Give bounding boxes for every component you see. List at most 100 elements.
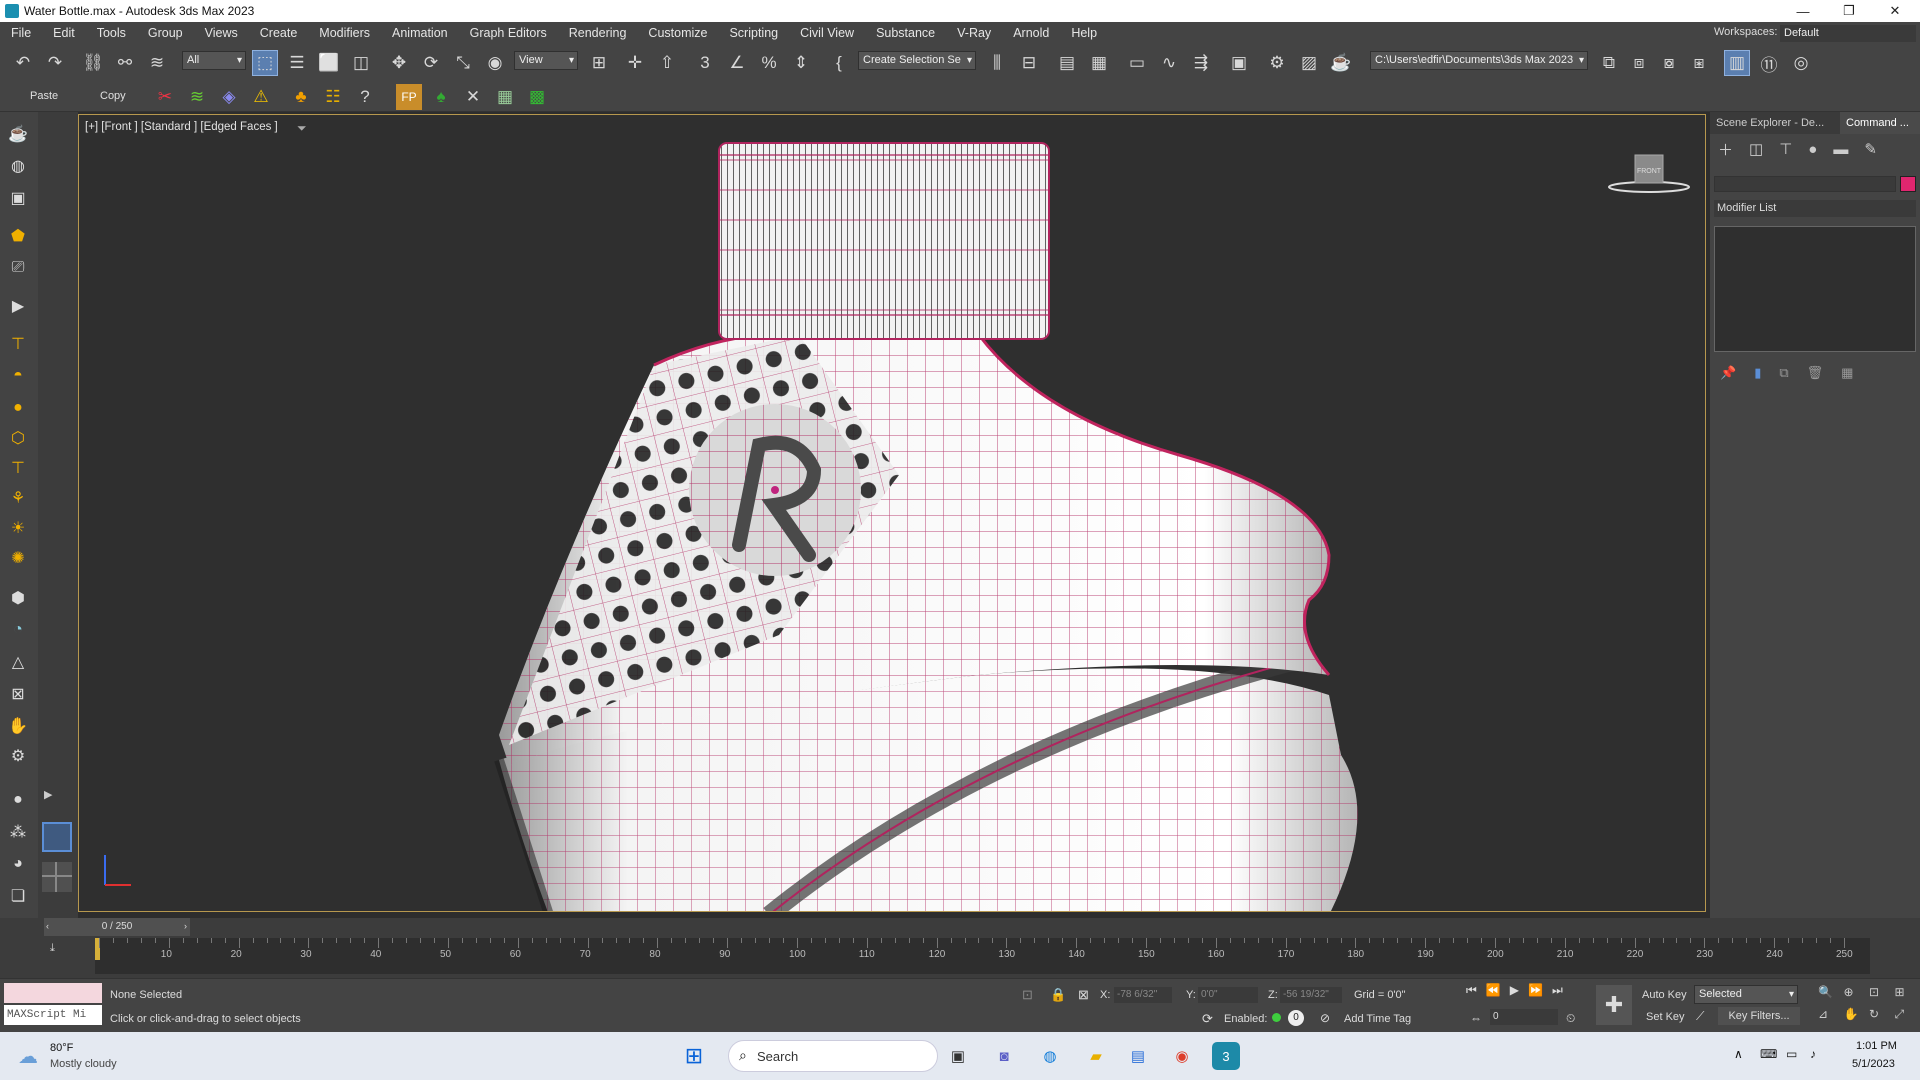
rotate-icon[interactable]: ⟳ (418, 50, 444, 76)
track-bar[interactable]: 10 20 30 40 50 60 70 80 90 100 110 120 130 140 150 160 1… (95, 938, 1870, 974)
redo-icon[interactable]: ↷ (42, 50, 68, 76)
skylight-icon[interactable]: ✺ (5, 546, 31, 570)
object-color-swatch[interactable] (1900, 176, 1916, 192)
panel-icon[interactable]: ▩ (524, 84, 550, 110)
menu-file[interactable]: File (0, 26, 42, 40)
unlink-icon[interactable]: ⚯ (112, 50, 138, 76)
chrome-icon[interactable]: ◉ (1168, 1042, 1196, 1070)
field-of-view-icon[interactable]: ⊿ (1818, 1007, 1840, 1026)
menu-scripting[interactable]: Scripting (718, 26, 789, 40)
omni-light-icon[interactable]: ⚘ (5, 486, 31, 510)
go-to-start-icon[interactable]: ⏮ (1466, 983, 1477, 1001)
align-icon[interactable]: ⊟ (1016, 50, 1042, 76)
zoom-icon[interactable]: 🔍 (1818, 985, 1840, 1003)
edge-icon[interactable]: ◍ (1036, 1042, 1064, 1070)
toggle-ribbon-icon[interactable]: ▭ (1124, 50, 1150, 76)
schematic-view-icon[interactable]: ⇶ (1188, 50, 1214, 76)
auto-key-button[interactable]: Auto Key (1642, 989, 1687, 1001)
tools-icon[interactable]: ✕ (460, 84, 486, 110)
modifier-stack[interactable] (1714, 226, 1916, 352)
spinner-snap-icon[interactable]: ⇕ (788, 50, 814, 76)
network-icon[interactable]: ▭ (1786, 1047, 1797, 1061)
helper-icon[interactable]: ◔ (5, 618, 31, 642)
key-mode-toggle-icon[interactable]: ⇔ (1470, 1011, 1482, 1025)
menu-modifiers[interactable]: Modifiers (308, 26, 381, 40)
zoom-all-icon[interactable]: ⊕ (1844, 985, 1866, 1003)
clock-time[interactable]: 1:01 PM (1856, 1040, 1897, 1052)
select-object-icon[interactable]: ⬚ (252, 50, 278, 76)
zoom-extents-icon[interactable]: ⊡ (1869, 985, 1891, 1003)
task-view-icon[interactable]: ▣ (944, 1042, 972, 1070)
percent-snap-icon[interactable]: % (756, 50, 782, 76)
make-unique-icon[interactable]: ⧉ (1779, 365, 1788, 381)
x-coordinate-field[interactable]: -78 6/32" (1114, 987, 1172, 1003)
chat-icon[interactable]: ◙ (990, 1042, 1018, 1070)
window-crossing-icon[interactable]: ◫ (348, 50, 374, 76)
hand-icon[interactable]: ✋ (5, 714, 31, 738)
grid-icon[interactable]: ◈ (216, 84, 242, 110)
keyboard-shortcut-icon[interactable]: ⇧ (654, 50, 680, 76)
pan-icon[interactable]: ✋ (1844, 1007, 1866, 1026)
render-setup-icon[interactable]: ⚙ (1264, 50, 1290, 76)
configure-modifier-icon[interactable]: ▦ (1841, 365, 1853, 381)
undo-icon[interactable]: ↶ (10, 50, 36, 76)
named-selection-dropdown[interactable]: Create Selection Se (858, 51, 976, 70)
menu-graph-editors[interactable]: Graph Editors (459, 26, 558, 40)
file-explorer-icon[interactable]: ▰ (1082, 1042, 1110, 1070)
tab-scene-explorer[interactable]: Scene Explorer - De... (1710, 112, 1840, 134)
next-frame-icon[interactable]: ⏩ (1528, 983, 1543, 1001)
palette-icon[interactable]: ◕ (5, 852, 31, 876)
orbit-icon[interactable]: ↻ (1869, 1007, 1891, 1026)
bottle-cap-mesh[interactable] (718, 142, 1050, 340)
maxscript-listener[interactable] (4, 983, 102, 1003)
curve-editor-icon[interactable]: ∿ (1156, 50, 1182, 76)
key-mode-dropdown[interactable]: Selected (1694, 985, 1798, 1004)
time-slider[interactable]: 0 / 250 (44, 918, 190, 936)
stairs-icon[interactable]: ⊤ (5, 332, 31, 356)
go-to-end-icon[interactable]: ⏭ (1552, 983, 1563, 1001)
layer-explorer-icon[interactable]: ▦ (1086, 50, 1112, 76)
delete-icon[interactable]: ✂ (152, 84, 178, 110)
menu-customize[interactable]: Customize (637, 26, 718, 40)
volume-icon[interactable]: ♪ (1810, 1047, 1816, 1061)
clock-date[interactable]: 5/1/2023 (1852, 1058, 1895, 1070)
utilities-tab-icon[interactable]: ✎ (1864, 140, 1877, 158)
warning-icon[interactable]: ⚠ (248, 84, 274, 110)
time-tag-icon[interactable]: ⊘ (1320, 1011, 1330, 1025)
bind-spacewarp-icon[interactable]: ≋ (144, 50, 170, 76)
selection-filter-dropdown[interactable]: All (182, 51, 246, 70)
filter-icon[interactable]: ⏷ (297, 121, 307, 136)
menu-civil-view[interactable]: Civil View (789, 26, 865, 40)
menu-vray[interactable]: V-Ray (946, 26, 1002, 40)
quad-viewport-layout[interactable] (42, 862, 72, 892)
y-coordinate-field[interactable]: 0'0" (1198, 987, 1258, 1003)
version-icon[interactable]: ⑪ (1756, 50, 1782, 76)
remove-modifier-icon[interactable]: 🗑 (1807, 365, 1824, 381)
dome-icon[interactable]: ◓ (5, 364, 31, 388)
key-filters-button[interactable]: Key Filters... (1718, 1007, 1800, 1025)
scene-explorer-icon[interactable]: ▤ (1054, 50, 1080, 76)
teapot-icon[interactable]: ☕ (5, 122, 31, 146)
set-keys-button[interactable]: ✚ (1596, 985, 1632, 1025)
render-icon[interactable]: ☕ (1328, 50, 1354, 76)
absolute-mode-icon[interactable]: ⊠ (1078, 987, 1089, 1003)
angle-snap-icon[interactable]: ∠ (724, 50, 750, 76)
video-icon[interactable]: ▶ (5, 294, 31, 318)
layers-icon[interactable]: ≋ (184, 84, 210, 110)
menu-animation[interactable]: Animation (381, 26, 459, 40)
move-icon[interactable]: ✥ (386, 50, 412, 76)
menu-substance[interactable]: Substance (865, 26, 946, 40)
material-sphere-icon[interactable]: ● (5, 788, 31, 812)
select-by-name-icon[interactable]: ☰ (284, 50, 310, 76)
weather-icon[interactable]: ☁ (18, 1044, 38, 1069)
viewport-label[interactable]: [+] [Front ] [Standard ] [Edged Faces ] (85, 121, 278, 133)
track-view-icon[interactable]: ⧈ (1626, 50, 1652, 76)
table-icon[interactable]: ▦ (492, 84, 518, 110)
close-button[interactable]: ✕ (1872, 0, 1918, 22)
store-icon[interactable]: ▤ (1124, 1042, 1152, 1070)
forest-pack-icon[interactable]: FP (396, 84, 422, 110)
railclone-icon[interactable]: ♠ (428, 84, 454, 110)
list-icon[interactable]: ☷ (320, 84, 346, 110)
tray-chevron-icon[interactable]: ∧ (1734, 1047, 1743, 1061)
modify-tab-icon[interactable]: ◫ (1749, 140, 1763, 158)
